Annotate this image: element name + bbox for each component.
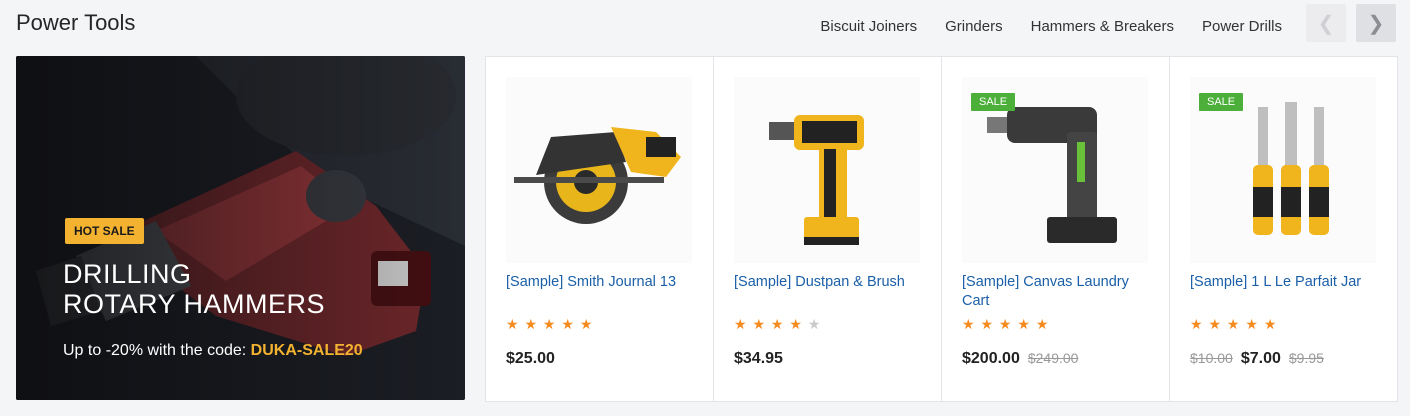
product-price: $200.00 $249.00 [962, 350, 1078, 368]
price-original: $9.95 [1288, 350, 1324, 366]
tab-hammers-breakers[interactable]: Hammers & Breakers [1031, 18, 1174, 35]
price-current: $25.00 [506, 350, 555, 367]
star-icon: ★ [1245, 316, 1259, 332]
promo-code: DUKA-SALE20 [250, 342, 363, 359]
price-original: $249.00 [1027, 350, 1079, 366]
sale-badge: SALE [971, 93, 1016, 111]
price-current: $200.00 [962, 350, 1020, 367]
carousel-prev-button[interactable]: ❮ [1306, 4, 1346, 42]
hot-sale-badge: HOT SALE [65, 218, 144, 244]
star-icon: ★ [1190, 316, 1204, 332]
star-icon: ★ [1226, 316, 1241, 332]
carousel-next-button[interactable]: ❯ [1356, 4, 1396, 42]
star-icon: ★ [1035, 316, 1050, 332]
banner-subtitle: Up to -20% with the code: DUKA-SALE20 [63, 342, 363, 360]
product-rating: ★ ★ ★ ★ ★ [1190, 316, 1277, 333]
price-current: $7.00 [1240, 350, 1281, 367]
tab-power-drills[interactable]: Power Drills [1202, 18, 1282, 35]
drill-image [769, 115, 864, 245]
star-icon: ★ [561, 316, 575, 332]
star-icon: ★ [1017, 316, 1031, 332]
star-icon: ★ [770, 316, 785, 332]
star-icon: ★ [752, 316, 767, 332]
product-price: $25.00 [506, 350, 555, 368]
product-card[interactable]: SALE [Sample] Canvas Laundry Cart ★ ★ ★ … [942, 57, 1170, 401]
product-name[interactable]: [Sample] 1 L Le Parfait Jar [1190, 273, 1383, 292]
star-icon: ★ [789, 316, 803, 332]
product-rating: ★ ★ ★ ★ ★ [734, 316, 821, 333]
star-empty-icon: ★ [807, 316, 822, 332]
product-name[interactable]: [Sample] Dustpan & Brush [734, 273, 927, 292]
star-icon: ★ [579, 316, 594, 332]
section-title: Power Tools [16, 10, 136, 35]
star-icon: ★ [1263, 316, 1278, 332]
product-image[interactable] [506, 77, 692, 263]
product-card[interactable]: [Sample] Dustpan & Brush ★ ★ ★ ★ ★ $34.9… [714, 57, 942, 401]
chevron-right-icon: ❯ [1367, 12, 1385, 35]
star-icon: ★ [506, 316, 520, 332]
tab-grinders[interactable]: Grinders [945, 18, 1003, 35]
product-rating: ★ ★ ★ ★ ★ [962, 316, 1049, 333]
tab-biscuit-joiners[interactable]: Biscuit Joiners [820, 18, 917, 35]
product-name[interactable]: [Sample] Smith Journal 13 [506, 273, 699, 292]
price-current: $34.95 [734, 350, 783, 367]
product-name[interactable]: [Sample] Canvas Laundry Cart [962, 273, 1155, 311]
product-grid: [Sample] Smith Journal 13 ★ ★ ★ ★ ★ $25.… [485, 56, 1398, 402]
banner-subtitle-text: Up to -20% with the code: [63, 342, 247, 359]
banner-heading-line1: DRILLING [63, 259, 192, 289]
star-icon: ★ [524, 316, 539, 332]
product-rating: ★ ★ ★ ★ ★ [506, 316, 593, 333]
product-price: $10.00 $7.00 $9.95 [1190, 350, 1324, 368]
star-icon: ★ [1208, 316, 1223, 332]
product-price: $34.95 [734, 350, 783, 368]
star-icon: ★ [998, 316, 1013, 332]
star-icon: ★ [734, 316, 748, 332]
star-icon: ★ [542, 316, 557, 332]
star-icon: ★ [962, 316, 976, 332]
price-retail: $10.00 [1190, 350, 1233, 366]
chevron-left-icon: ❮ [1317, 12, 1335, 35]
product-image[interactable] [734, 77, 920, 263]
product-card[interactable]: [Sample] Smith Journal 13 ★ ★ ★ ★ ★ $25.… [486, 57, 714, 401]
circular-saw-image [514, 127, 681, 224]
promo-banner[interactable]: HOT SALE DRILLING ROTARY HAMMERS Up to -… [16, 56, 465, 400]
product-card[interactable]: SALE [Sample] 1 L Le Parfait Jar ★ ★ ★ ★… [1170, 57, 1397, 401]
sale-badge: SALE [1199, 93, 1244, 111]
category-tabs: Biscuit Joiners Grinders Hammers & Break… [820, 18, 1282, 35]
star-icon: ★ [980, 316, 995, 332]
banner-heading-line2: ROTARY HAMMERS [63, 289, 326, 319]
